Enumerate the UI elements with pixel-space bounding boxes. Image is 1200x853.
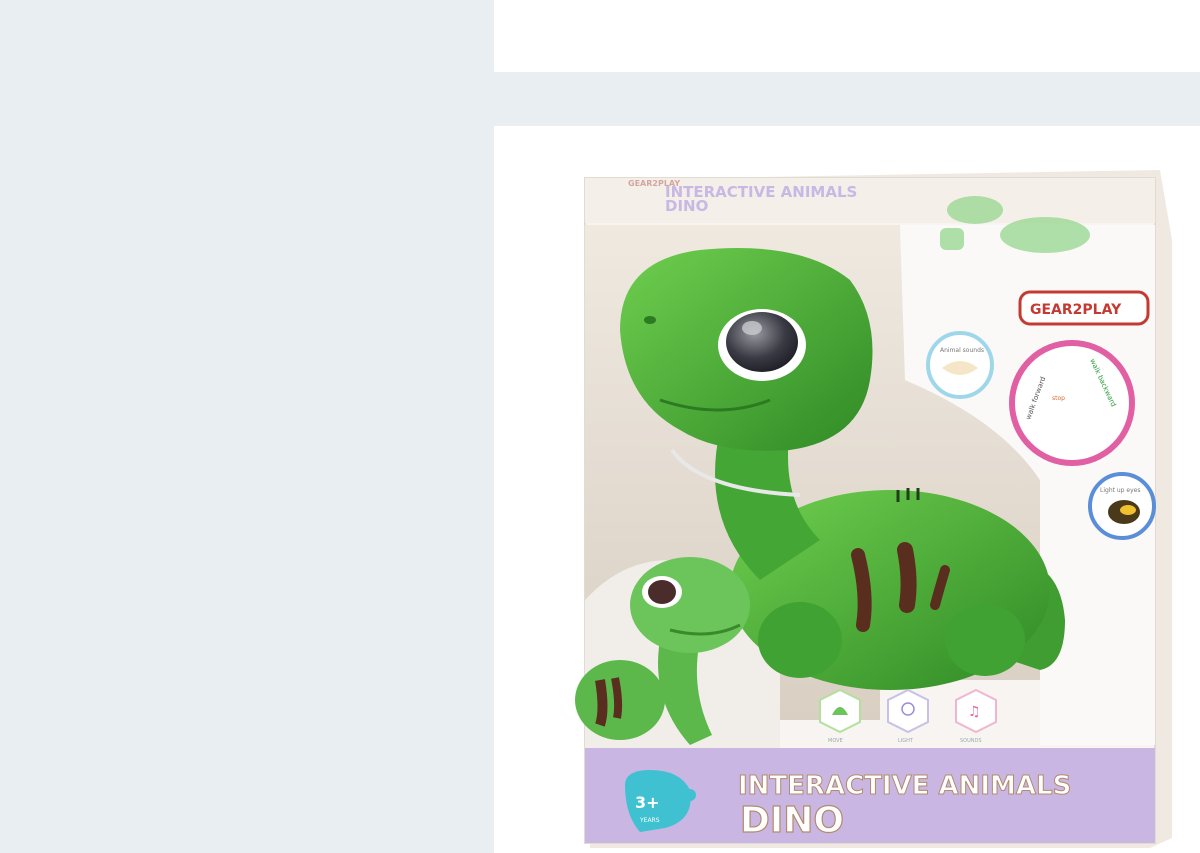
top-title-line2: DINO [665, 197, 708, 215]
feature-walk-circle: walk forward walk backward stop [1009, 340, 1135, 466]
gear2play-logo: GEAR2PLAY [1018, 290, 1150, 326]
svg-text:Light up eyes: Light up eyes [1100, 487, 1140, 494]
svg-text:3+: 3+ [635, 793, 660, 812]
svg-text:stop: stop [1052, 395, 1065, 402]
svg-text:SOUNDS: SOUNDS [960, 738, 982, 744]
feature-eyes-circle: Light up eyes [1088, 472, 1156, 540]
svg-text:GEAR2PLAY: GEAR2PLAY [1030, 302, 1122, 318]
svg-text:♫: ♫ [968, 704, 981, 720]
feature-sound-circle: Animal sounds [926, 331, 994, 399]
svg-text:Animal sounds: Animal sounds [940, 347, 984, 354]
svg-text:YEARS: YEARS [639, 817, 660, 824]
svg-text:MOVE: MOVE [828, 738, 843, 744]
bottom-title-line2: DINO [740, 800, 844, 841]
bottom-title-line1: INTERACTIVE ANIMALS [738, 771, 1071, 801]
toy-box-image: GEAR2PLAY INTERACTIVE ANIMALS DINO GEAR2… [575, 170, 1172, 848]
svg-text:LIGHT: LIGHT [898, 738, 914, 744]
